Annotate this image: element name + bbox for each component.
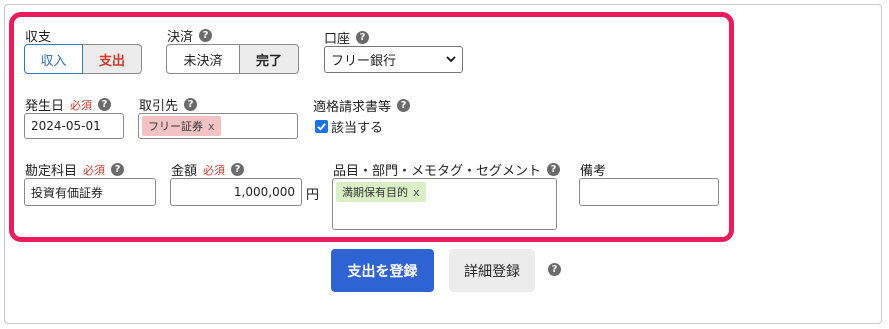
required-badge: 必須: [83, 163, 106, 177]
account-select[interactable]: フリー銀行: [324, 46, 463, 73]
invoice-checkbox[interactable]: [315, 120, 328, 133]
items-tag: 満期保有目的 x: [336, 182, 426, 202]
invoice-checkbox-row[interactable]: 該当する: [315, 117, 383, 136]
required-badge: 必須: [203, 163, 226, 177]
kind-toggle: 収入 支出: [24, 44, 142, 74]
help-icon[interactable]: ?: [231, 163, 245, 176]
expense-button[interactable]: 支出: [83, 44, 142, 74]
amount-label: 金額 必須 ?: [171, 160, 245, 179]
income-button[interactable]: 収入: [24, 44, 83, 74]
required-badge: 必須: [70, 98, 93, 112]
checkmark-icon: [317, 123, 326, 131]
partner-tag: フリー証券 x: [142, 116, 221, 136]
settlement-toggle: 未決済 完了: [166, 44, 299, 74]
register-expense-button[interactable]: 支出を登録: [331, 249, 434, 292]
unsettled-button[interactable]: 未決済: [166, 44, 240, 74]
help-icon[interactable]: ?: [98, 98, 112, 111]
help-icon[interactable]: ?: [111, 163, 125, 176]
partner-label: 取引先 ?: [139, 95, 198, 114]
items-label: 品目・部門・メモタグ・セグメント ?: [333, 160, 561, 179]
help-icon[interactable]: ?: [184, 98, 198, 111]
issue-date-label: 発生日 必須 ?: [25, 95, 112, 114]
account-item-label: 勘定科目 必須 ?: [25, 160, 125, 179]
help-icon[interactable]: ?: [547, 163, 561, 176]
amount-input[interactable]: 1,000,000: [170, 178, 302, 206]
help-icon[interactable]: ?: [397, 99, 411, 112]
issue-date-input[interactable]: 2024-05-01: [24, 113, 124, 139]
settlement-label: 決済 ?: [167, 26, 213, 45]
remove-tag-icon[interactable]: x: [413, 186, 420, 199]
remarks-label: 備考: [580, 164, 607, 179]
help-icon[interactable]: ?: [356, 31, 370, 44]
settled-button[interactable]: 完了: [240, 44, 299, 74]
amount-unit: 円: [306, 188, 320, 203]
items-input[interactable]: 満期保有目的 x: [332, 178, 557, 230]
partner-input[interactable]: フリー証券 x: [138, 113, 298, 139]
remove-tag-icon[interactable]: x: [208, 120, 215, 133]
invoice-label: 適格請求書等 ?: [313, 96, 411, 115]
help-icon[interactable]: ?: [199, 29, 213, 42]
kind-label: 収支: [25, 30, 52, 45]
help-icon[interactable]: ?: [548, 263, 561, 276]
detail-register-button[interactable]: 詳細登録: [449, 249, 535, 292]
chevron-down-icon: [446, 56, 456, 63]
account-item-input[interactable]: 投資有価証券: [24, 178, 156, 206]
account-label: 口座 ?: [324, 28, 370, 47]
remarks-input[interactable]: [579, 178, 719, 206]
